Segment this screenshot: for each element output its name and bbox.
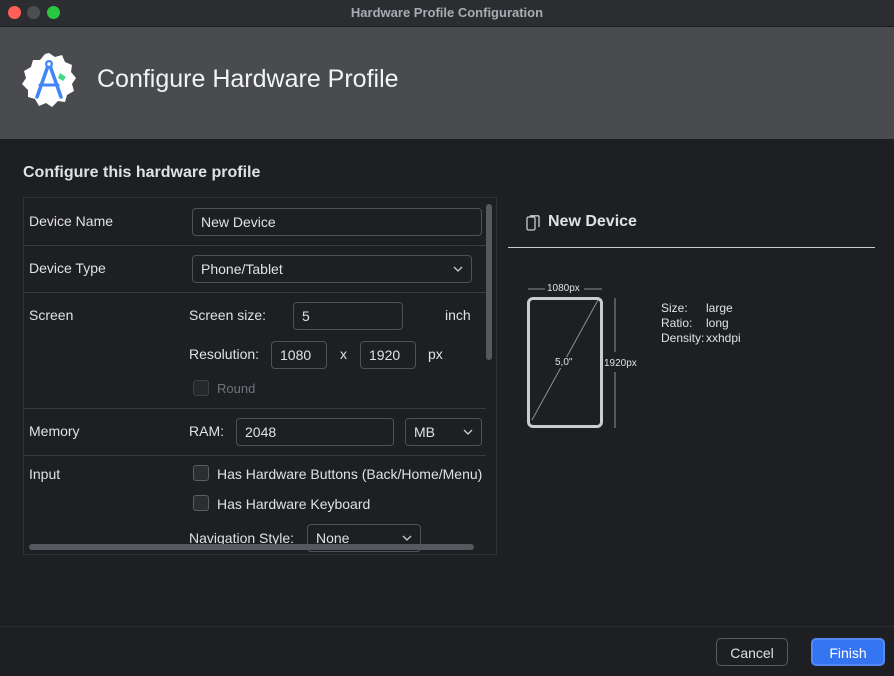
chevron-down-icon [453,266,463,272]
spec-density-label: Density: [661,331,705,345]
resolution-height-input[interactable]: 1920 [360,341,416,369]
device-preview-header: New Device [508,200,875,248]
row-divider [24,455,486,456]
window-titlebar: Hardware Profile Configuration [0,0,894,27]
spec-ratio-label: Ratio: [661,316,693,330]
row-divider [24,292,486,293]
screen-size-unit: inch [445,307,471,323]
preview-device-name: New Device [548,213,637,230]
device-name-input[interactable]: New Device [192,208,482,236]
spec-ratio-value: long [706,316,729,330]
spec-size-value: large [706,301,733,315]
row-divider [24,245,486,246]
dialog-header: Configure Hardware Profile [0,27,894,139]
chevron-down-icon [463,429,473,435]
footer-divider [0,626,894,627]
spec-size-label: Size: [661,301,688,315]
chevron-down-icon [402,535,412,541]
page-title: Configure Hardware Profile [97,65,399,93]
memory-label: Memory [29,423,80,439]
screen-size-label: Screen size: [189,307,267,323]
screen-label: Screen [29,307,74,323]
spec-density-value: xxhdpi [706,331,741,345]
preview-diagonal-label: 5,0" [553,357,575,368]
row-divider [24,408,486,409]
vertical-scrollbar[interactable] [486,204,492,360]
resolution-width-input[interactable]: 1080 [271,341,327,369]
ram-input[interactable]: 2048 [236,418,394,446]
screen-size-input[interactable]: 5 [293,302,403,330]
device-icon [526,215,540,231]
cancel-button[interactable]: Cancel [716,638,788,666]
hardware-keyboard-label: Has Hardware Keyboard [217,496,371,512]
device-type-value: Phone/Tablet [201,261,283,277]
device-type-label: Device Type [29,260,106,276]
preview-height-label: 1920px [604,358,637,369]
device-name-label: Device Name [29,213,114,229]
resolution-separator: x [340,346,347,362]
hardware-form-panel: Device Name New Device Device Type Phone… [23,197,497,555]
resolution-unit: px [428,346,443,362]
ram-unit-dropdown[interactable]: MB [405,418,482,446]
device-type-dropdown[interactable]: Phone/Tablet [192,255,472,283]
finish-button[interactable]: Finish [811,638,885,666]
round-label: Round [217,381,256,396]
resolution-label: Resolution: [189,346,260,362]
android-studio-logo-icon [22,53,76,107]
hardware-keyboard-checkbox[interactable] [193,495,209,511]
ram-label: RAM: [189,423,224,439]
section-title: Configure this hardware profile [23,164,261,181]
input-label: Input [29,466,61,482]
hardware-buttons-checkbox[interactable] [193,465,209,481]
window-title: Hardware Profile Configuration [350,5,544,20]
preview-width-label: 1080px [545,283,582,294]
horizontal-scrollbar[interactable] [29,544,474,550]
ram-unit-value: MB [414,424,435,440]
round-checkbox[interactable] [193,380,209,396]
hardware-buttons-label: Has Hardware Buttons (Back/Home/Menu) [217,466,483,482]
